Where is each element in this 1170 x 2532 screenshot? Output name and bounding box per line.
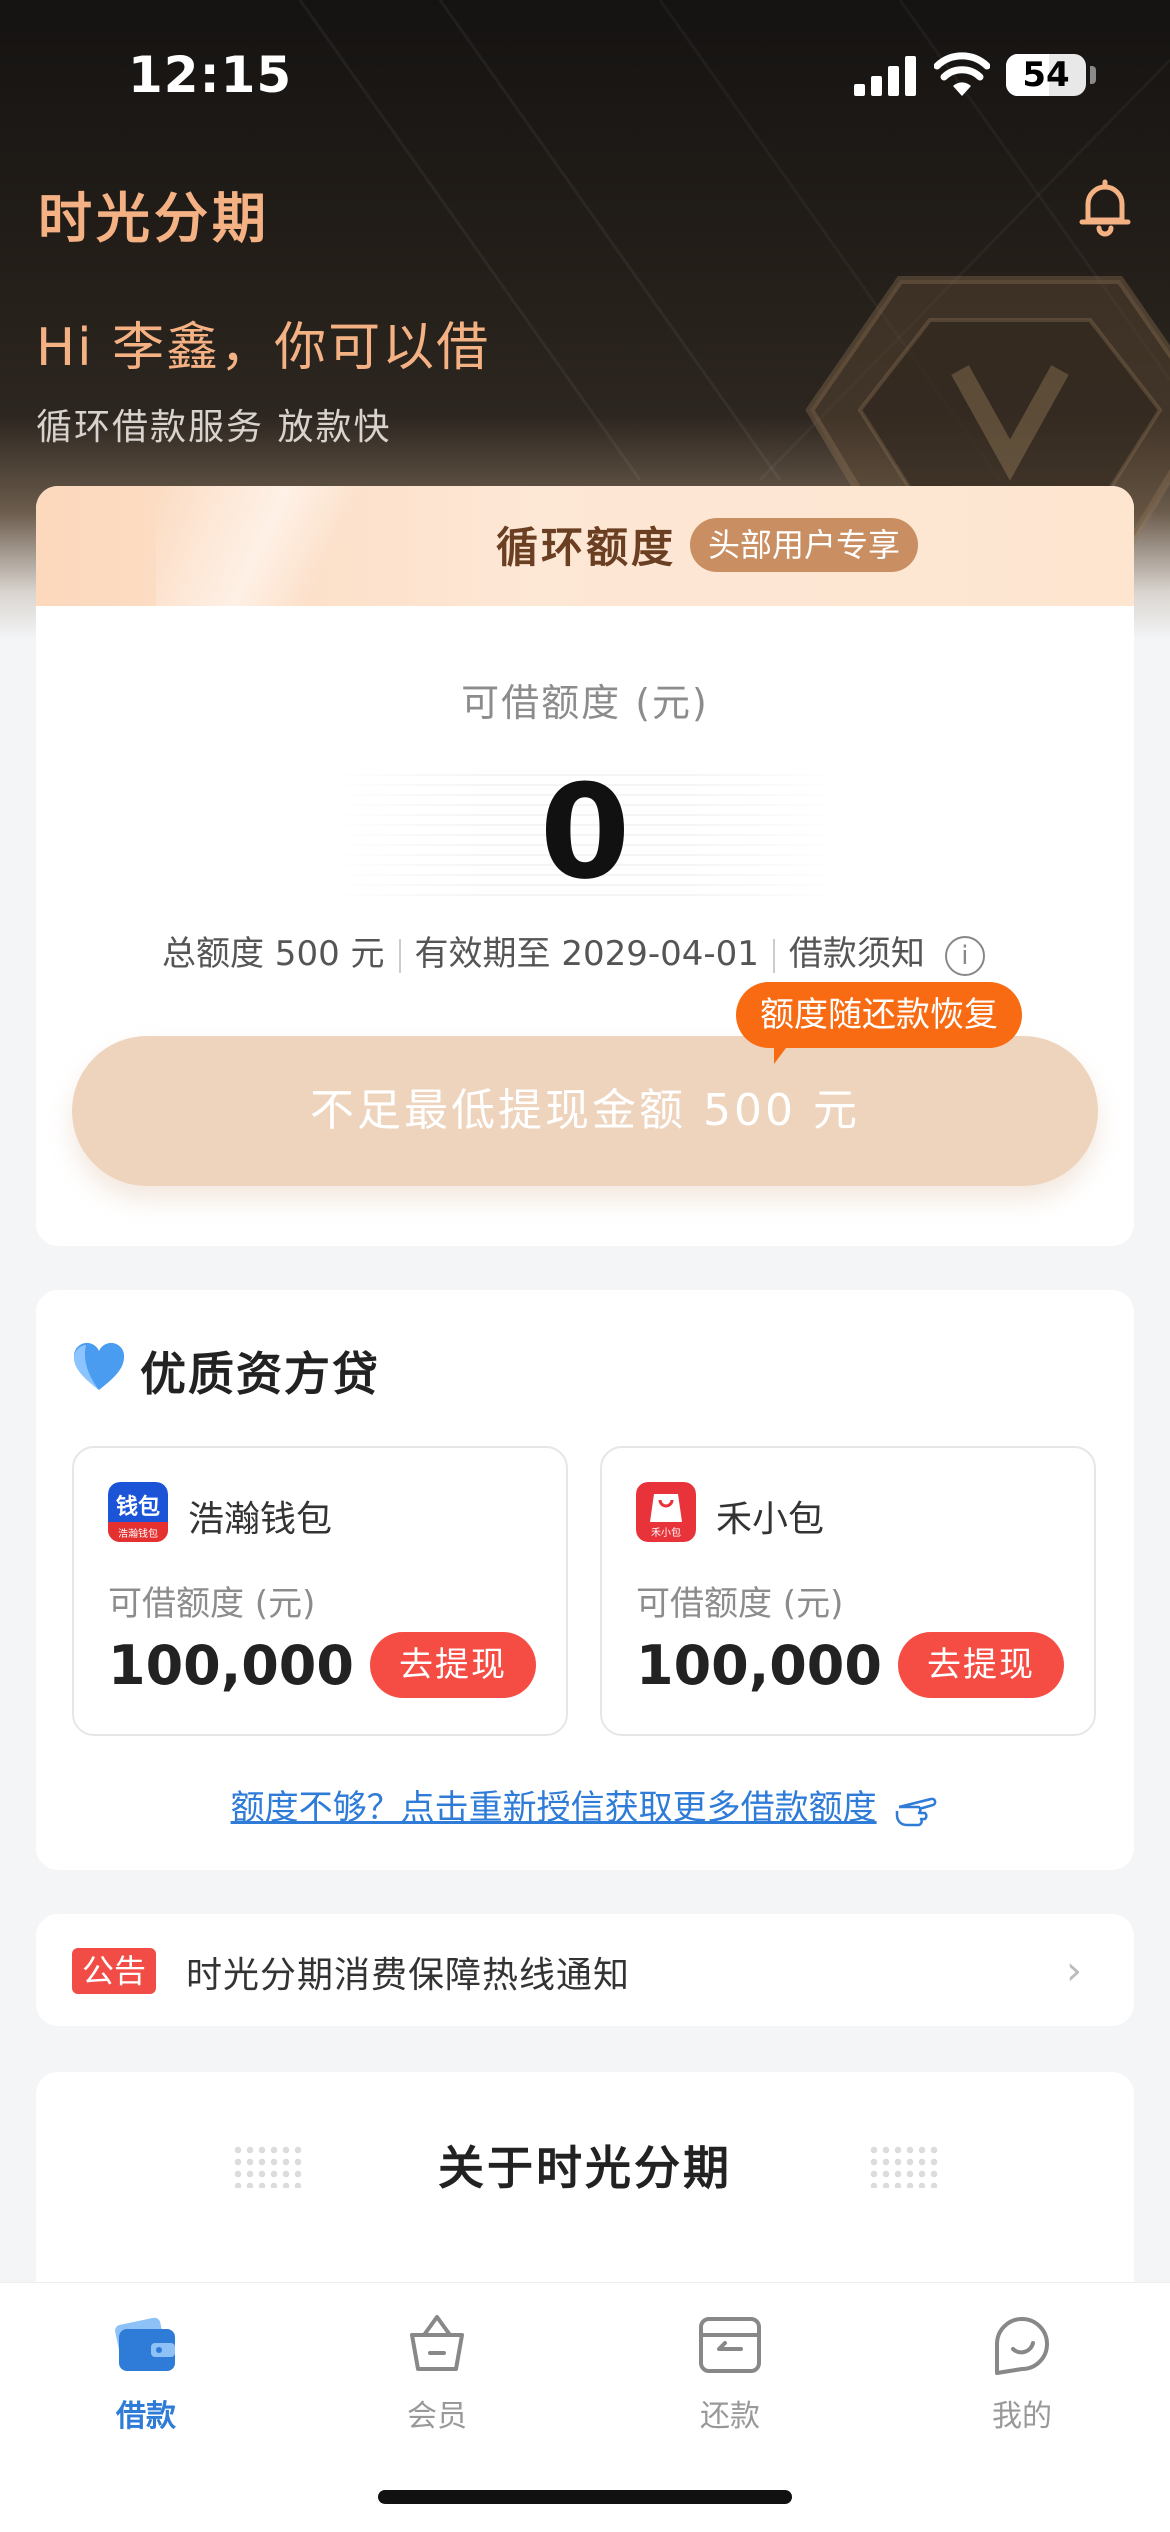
- status-bar: 12:15 54: [0, 0, 1170, 150]
- credit-card-title: 循环额度: [496, 523, 677, 572]
- credit-recovery-tooltip: 额度随还款恢复: [736, 982, 1022, 1064]
- available-credit-amount: 0: [539, 756, 631, 908]
- lender-withdraw-button[interactable]: 去提现: [370, 1632, 536, 1698]
- haohan-wallet-logo-icon: 钱包 浩瀚钱包: [108, 1482, 168, 1542]
- credit-meta-row: 总额度 500 元有效期至 2029-04-01 借款须知 i: [162, 926, 985, 976]
- chevron-right-icon: ›: [1066, 1948, 1082, 1994]
- lender-withdraw-button[interactable]: 去提现: [898, 1632, 1064, 1698]
- profile-face-icon: [995, 2317, 1049, 2375]
- announcement-bar[interactable]: 公告 时光分期消费保障热线通知 ›: [36, 1914, 1134, 2026]
- total-limit-text: 总额度 500 元: [162, 934, 385, 974]
- lender-credit-label: 可借额度 (元): [108, 1584, 316, 1624]
- lender-card-hexiaobao[interactable]: 禾小包 禾小包 可借额度 (元) 100,000 去提现: [600, 1446, 1096, 1736]
- lender-card-haohan[interactable]: 钱包 浩瀚钱包 浩瀚钱包 可借额度 (元) 100,000 去提现: [72, 1446, 568, 1736]
- meta-divider: [772, 938, 775, 973]
- withdraw-button[interactable]: 不足最低提现金额 500 元: [72, 1036, 1098, 1186]
- status-time: 12:15: [128, 46, 293, 104]
- reauth-row: 额度不够？点击重新授信获取更多借款额度: [36, 1780, 1134, 1829]
- pointing-hand-icon[interactable]: [895, 1793, 939, 1827]
- tab-loan-label: 借款: [116, 2399, 176, 2434]
- tab-repayment-label: 还款: [700, 2399, 760, 2434]
- cellular-signal-icon: [854, 56, 916, 96]
- quality-lender-title: 优质资方贷: [140, 1347, 380, 1401]
- revolving-credit-card: 循环额度 头部用户专享 可借额度 (元) 0 总额度 500 元有效期至 202…: [36, 486, 1134, 1246]
- battery-icon: 54: [1006, 54, 1086, 96]
- about-title: 关于时光分期: [438, 2141, 732, 2195]
- wifi-icon: [934, 52, 990, 96]
- loan-notice-link[interactable]: 借款须知: [789, 926, 925, 975]
- available-credit-label: 可借额度 (元): [461, 681, 709, 725]
- tab-loan[interactable]: 借款: [56, 2309, 236, 2435]
- wallet-icon: [115, 2317, 175, 2371]
- valid-until-text: 有效期至 2029-04-01: [414, 934, 759, 974]
- reauth-link[interactable]: 额度不够？点击重新授信获取更多借款额度: [231, 1788, 877, 1828]
- tab-repayment[interactable]: 还款: [640, 2309, 820, 2435]
- premium-user-tag: 头部用户专享: [690, 518, 919, 572]
- credit-card-header: 循环额度 头部用户专享: [36, 486, 1134, 606]
- tab-profile[interactable]: 我的: [932, 2309, 1112, 2435]
- tab-profile-label: 我的: [992, 2399, 1052, 2434]
- dot-pattern-right: [868, 2144, 938, 2188]
- lender-credit-label: 可借额度 (元): [636, 1584, 844, 1624]
- quality-lender-section: 优质资方贷 钱包 浩瀚钱包 浩瀚钱包 可借额度 (元) 100,000 去提现 …: [36, 1290, 1134, 1870]
- greeting-text: Hi 李鑫，你可以借: [36, 318, 491, 378]
- home-indicator: [378, 2490, 792, 2504]
- lender-credit-amount: 100,000: [108, 1634, 354, 1697]
- lender-name: 浩瀚钱包: [188, 1499, 333, 1540]
- lender-credit-amount: 100,000: [636, 1634, 882, 1697]
- announcement-badge: 公告: [72, 1948, 156, 1994]
- app-brand-title: 时光分期: [38, 187, 270, 250]
- heart-icon: [73, 1342, 125, 1390]
- tab-membership[interactable]: 会员: [347, 2309, 527, 2435]
- repay-card-icon: [699, 2317, 761, 2373]
- meta-divider: [398, 938, 401, 973]
- announcement-text: 时光分期消费保障热线通知: [186, 1955, 631, 1996]
- haohan-logo-text: 钱包: [116, 1494, 160, 1520]
- service-subtitle: 循环借款服务 放款快: [36, 407, 392, 448]
- battery-percentage: 54: [1022, 55, 1070, 95]
- battery-tip: [1090, 66, 1096, 84]
- hexiaobao-logo-icon: 禾小包: [636, 1482, 696, 1542]
- header-sheen: [156, 486, 396, 606]
- info-icon[interactable]: i: [944, 935, 985, 976]
- lender-name: 禾小包: [716, 1499, 825, 1540]
- notification-bell-icon[interactable]: [1074, 176, 1136, 238]
- basket-icon: [410, 2315, 464, 2371]
- haohan-logo-subtext: 浩瀚钱包: [118, 1527, 158, 1540]
- hexiaobao-logo-text: 禾小包: [651, 1526, 681, 1539]
- tab-membership-label: 会员: [407, 2399, 467, 2434]
